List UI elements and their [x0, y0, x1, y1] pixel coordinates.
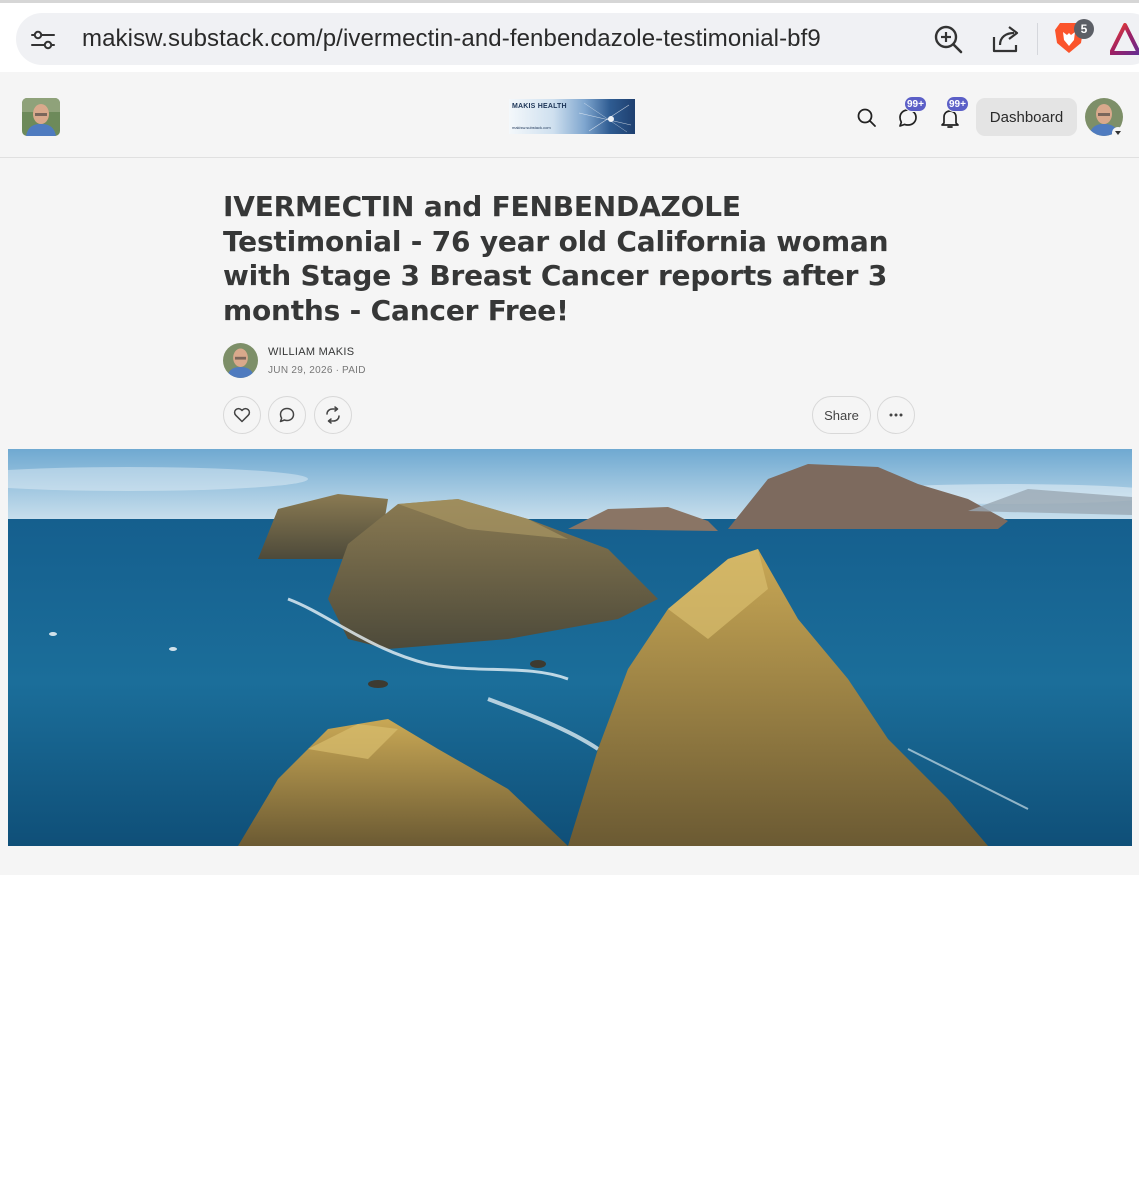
restack-icon [326, 406, 340, 424]
substack-page: MAKIS HEALTH makisw.substack.com 99+ 99+… [0, 72, 1139, 875]
dashboard-button[interactable]: Dashboard [976, 98, 1077, 136]
like-button[interactable] [223, 396, 261, 434]
hero-image [8, 449, 1132, 846]
restack-button[interactable] [314, 396, 352, 434]
site-header: MAKIS HEALTH makisw.substack.com 99+ 99+… [0, 72, 1139, 158]
publication-avatar[interactable] [22, 98, 60, 136]
tune-icon[interactable] [30, 28, 56, 52]
url-text[interactable]: makisw.substack.com/p/ivermectin-and-fen… [82, 25, 821, 53]
chat-badge: 99+ [904, 96, 927, 112]
share-button[interactable]: Share [812, 396, 871, 434]
author-name[interactable]: WILLIAM MAKIS [268, 346, 354, 358]
extension-badge: 5 [1074, 19, 1094, 39]
more-options-button[interactable] [877, 396, 915, 434]
author-avatar[interactable] [223, 343, 258, 378]
publication-logo[interactable]: MAKIS HEALTH makisw.substack.com [509, 99, 635, 134]
logo-title: MAKIS HEALTH [512, 103, 567, 110]
ellipsis-icon [889, 413, 903, 417]
toolbar-separator [1037, 23, 1038, 55]
brave-rewards-icon[interactable] [1110, 23, 1139, 55]
browser-toolbar: makisw.substack.com/p/ivermectin-and-fen… [0, 0, 1139, 72]
zoom-in-icon[interactable] [932, 23, 964, 55]
comment-button[interactable] [268, 396, 306, 434]
chevron-down-icon[interactable] [1112, 127, 1124, 139]
share-icon[interactable] [990, 23, 1022, 55]
post-title: IVERMECTIN and FENBENDAZOLE Testimonial … [223, 190, 889, 327]
search-icon[interactable] [855, 106, 877, 128]
post-meta: JUN 29, 2026 ∙ PAID [268, 365, 366, 376]
heart-icon [233, 407, 251, 423]
notifications-badge: 99+ [946, 96, 969, 112]
logo-subtitle: makisw.substack.com [512, 125, 551, 130]
comment-icon [279, 407, 295, 423]
